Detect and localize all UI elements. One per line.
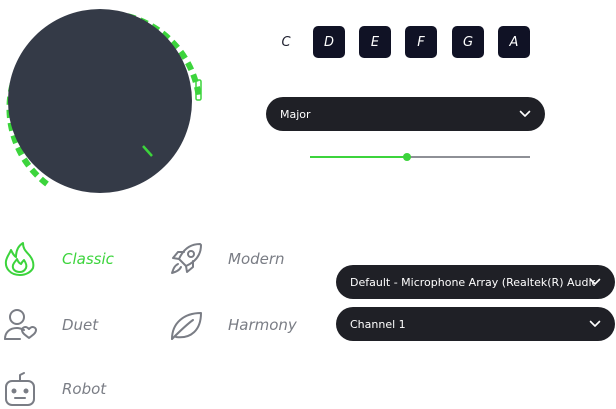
scale-dropdown-value: Major	[280, 107, 311, 121]
mode-modern-label: Modern	[228, 250, 285, 268]
scale-dropdown[interactable]: Major	[266, 97, 545, 131]
knob-body[interactable]	[8, 9, 192, 193]
intensity-slider[interactable]	[310, 150, 530, 164]
chevron-down-icon	[519, 110, 531, 117]
key-e-button[interactable]: E	[359, 26, 391, 58]
rocket-icon	[171, 243, 202, 274]
key-c-button[interactable]: C	[270, 26, 302, 58]
pitch-knob[interactable]	[0, 0, 210, 200]
mode-classic[interactable]: Classic	[0, 239, 114, 279]
mode-modern[interactable]: Modern	[166, 239, 285, 279]
mode-duet[interactable]: Duet	[0, 305, 98, 345]
mode-robot-label: Robot	[62, 380, 107, 398]
mode-classic-label: Classic	[62, 250, 114, 268]
leaf-icon	[171, 312, 202, 340]
person-heart-icon	[4, 309, 37, 340]
chevron-down-icon	[589, 320, 601, 327]
mode-duet-label: Duet	[62, 316, 99, 334]
robot-icon	[5, 372, 35, 406]
key-a-button[interactable]: A	[498, 26, 530, 58]
input-device-dropdown[interactable]: Default - Microphone Array (Realtek(R) A…	[336, 265, 615, 299]
mode-robot[interactable]: Robot	[0, 369, 106, 409]
mode-harmony[interactable]: Harmony	[166, 305, 297, 345]
channel-dropdown[interactable]: Channel 1	[336, 307, 615, 341]
input-device-value: Default - Microphone Array (Realtek(R) A…	[350, 275, 595, 289]
mode-harmony-label: Harmony	[228, 316, 297, 334]
slider-thumb[interactable]	[402, 153, 411, 161]
key-f-button[interactable]: F	[405, 26, 437, 58]
chevron-down-icon	[589, 278, 601, 285]
slider-fill	[310, 156, 407, 158]
flame-icon	[4, 242, 35, 276]
channel-value: Channel 1	[350, 317, 406, 331]
key-g-button[interactable]: G	[452, 26, 484, 58]
key-d-button[interactable]: D	[313, 26, 345, 58]
